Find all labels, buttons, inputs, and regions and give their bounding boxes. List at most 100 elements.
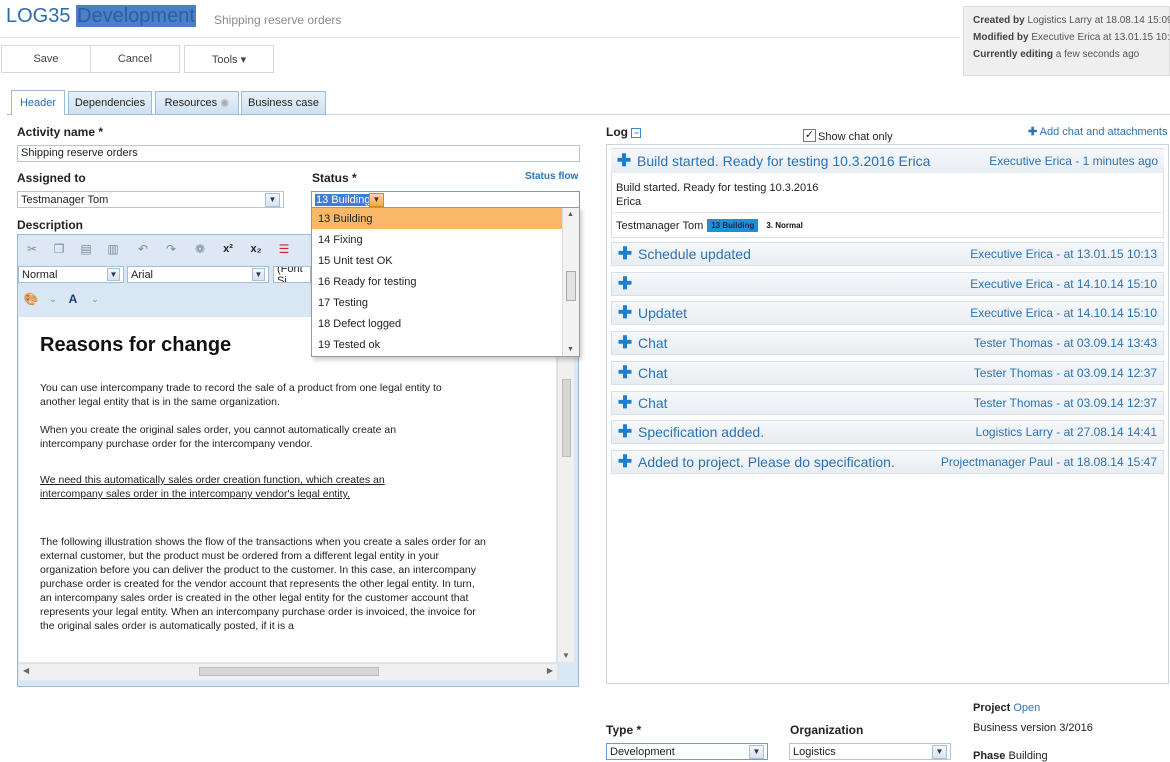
- chevron-down-icon[interactable]: ▼: [369, 192, 384, 207]
- log-entry[interactable]: ✚ Executive Erica - at 14.10.14 15:10: [611, 272, 1164, 296]
- expand-plus-icon[interactable]: ✚: [612, 393, 638, 413]
- log-entry-title: Chat: [638, 335, 668, 351]
- numbered-list-icon[interactable]: ☰: [276, 241, 292, 257]
- expand-plus-icon[interactable]: ✚: [612, 422, 638, 442]
- chevron-down-icon[interactable]: ▼: [107, 268, 120, 281]
- status-flow-link[interactable]: Status flow: [525, 171, 578, 182]
- expand-plus-icon[interactable]: ✚: [612, 244, 638, 264]
- phase-label: Phase: [973, 750, 1006, 762]
- log-entry[interactable]: ✚ Specification added. Logistics Larry -…: [611, 420, 1164, 444]
- chevron-down-icon[interactable]: ⌄: [45, 291, 61, 307]
- text-color-icon[interactable]: 🎨: [23, 291, 39, 307]
- superscript-icon[interactable]: x²: [220, 241, 236, 257]
- font-color-icon[interactable]: A: [65, 291, 81, 307]
- scroll-down-icon[interactable]: ▼: [567, 346, 574, 353]
- status-dropdown-list[interactable]: 13 Building 14 Fixing 15 Unit test OK 16…: [311, 207, 580, 357]
- status-option[interactable]: 18 Defect logged: [312, 313, 563, 334]
- scrollbar-thumb[interactable]: [566, 271, 576, 301]
- project-value: Business version 3/2016: [973, 722, 1093, 734]
- item-code: LOG35: [6, 5, 71, 27]
- log-entry[interactable]: ✚ Chat Tester Thomas - at 03.09.14 13:43: [611, 331, 1164, 355]
- undo-icon[interactable]: ↶: [135, 241, 151, 257]
- paste-text-icon[interactable]: ▥: [105, 241, 121, 257]
- expand-plus-icon[interactable]: ✚: [612, 363, 638, 383]
- status-option[interactable]: 19 Tested ok: [312, 334, 563, 355]
- editor-content[interactable]: Reasons for change You can use intercomp…: [19, 317, 556, 662]
- editor-paragraph: You can use intercompany trade to record…: [40, 382, 442, 408]
- tab-header[interactable]: Header: [11, 90, 65, 115]
- log-entry[interactable]: ✚ Added to project. Please do specificat…: [611, 450, 1164, 474]
- scrollbar-thumb[interactable]: [562, 379, 571, 457]
- log-entry[interactable]: ✚ Chat Tester Thomas - at 03.09.14 12:37: [611, 361, 1164, 385]
- chevron-down-icon[interactable]: ▼: [932, 744, 947, 759]
- divider: [614, 212, 1162, 213]
- log-entry-header[interactable]: ✚ Build started. Ready for testing 10.3.…: [611, 149, 1164, 173]
- status-label: Status *: [312, 171, 357, 185]
- chevron-down-icon[interactable]: ▼: [265, 192, 280, 207]
- status-option[interactable]: 16 Ready for testing: [312, 271, 563, 292]
- tab-business-case[interactable]: Business case: [241, 91, 326, 114]
- log-entry[interactable]: ✚ Chat Tester Thomas - at 03.09.14 12:37: [611, 391, 1164, 415]
- tools-menu-button[interactable]: Tools ▾: [184, 45, 274, 73]
- save-button[interactable]: Save: [1, 45, 91, 73]
- type-value: Development: [610, 745, 675, 758]
- status-option[interactable]: 13 Building: [312, 208, 563, 229]
- project-status-link[interactable]: Open: [1013, 702, 1040, 714]
- log-entry-meta: Executive Erica - at 14.10.14 15:10: [970, 277, 1157, 291]
- expand-plus-icon[interactable]: ✚: [612, 333, 638, 353]
- paragraph-style-select[interactable]: Normal ▼: [18, 266, 124, 283]
- scroll-right-icon[interactable]: ▶: [547, 666, 553, 675]
- tab-resources[interactable]: Resources ✺: [155, 91, 239, 114]
- log-entry[interactable]: ✚ Updatet Executive Erica - at 14.10.14 …: [611, 301, 1164, 325]
- spellcheck-icon[interactable]: ❁: [192, 241, 208, 257]
- organization-select[interactable]: Logistics ▼: [789, 743, 951, 760]
- status-option[interactable]: 15 Unit test OK: [312, 250, 563, 271]
- organization-label: Organization: [790, 723, 864, 737]
- dropdown-scrollbar[interactable]: ▲ ▼: [562, 208, 579, 356]
- chevron-down-icon[interactable]: ⌄: [87, 291, 103, 307]
- assigned-to-label: Assigned to: [17, 171, 86, 185]
- expand-plus-icon[interactable]: ✚: [612, 452, 638, 472]
- font-size-select[interactable]: (Font Si: [273, 266, 311, 283]
- type-label: Type *: [606, 723, 642, 737]
- status-value: 13 Building: [315, 193, 369, 206]
- log-entry-title: Updatet: [638, 305, 688, 321]
- log-entry-meta: Executive Erica - 1 minutes ago: [989, 154, 1158, 168]
- expand-plus-icon[interactable]: ✚: [612, 303, 638, 323]
- status-option[interactable]: 17 Testing: [312, 292, 563, 313]
- cancel-button[interactable]: Cancel: [90, 45, 180, 73]
- expand-plus-icon[interactable]: ✚: [612, 274, 638, 294]
- editor-horizontal-scrollbar[interactable]: ◀ ▶: [19, 663, 557, 680]
- show-chat-only-checkbox[interactable]: ✓: [803, 129, 816, 142]
- redo-icon[interactable]: ↷: [163, 241, 179, 257]
- subscript-icon[interactable]: x₂: [248, 241, 264, 257]
- expand-plus-icon[interactable]: ✚: [611, 151, 637, 171]
- editor-paragraph: When you create the original sales order…: [40, 424, 397, 450]
- log-entry-meta: Projectmanager Paul - at 18.08.14 15:47: [940, 455, 1157, 469]
- cut-icon[interactable]: ✂: [24, 241, 40, 257]
- type-select[interactable]: Development ▼: [606, 743, 768, 760]
- assigned-to-value: Testmanager Tom: [21, 193, 109, 206]
- tab-dependencies[interactable]: Dependencies: [68, 91, 152, 114]
- scrollbar-thumb[interactable]: [199, 667, 379, 676]
- chevron-down-icon[interactable]: ▼: [749, 744, 764, 759]
- scroll-up-icon[interactable]: ▲: [567, 211, 574, 218]
- log-entry-meta: Tester Thomas - at 03.09.14 13:43: [973, 336, 1157, 350]
- status-select[interactable]: 13 Building ▼: [311, 191, 580, 208]
- paste-icon[interactable]: ▤: [78, 241, 94, 257]
- status-option[interactable]: 14 Fixing: [312, 229, 563, 250]
- scroll-down-icon[interactable]: ▼: [562, 651, 570, 660]
- phase-info: Phase Building: [973, 750, 1048, 762]
- activity-name-input[interactable]: Shipping reserve orders: [17, 145, 580, 162]
- chevron-down-icon[interactable]: ▼: [252, 268, 265, 281]
- modified-info: Modified by Executive Erica at 13.01.15 …: [973, 32, 1170, 43]
- log-entry[interactable]: ✚ Schedule updated Executive Erica - at …: [611, 242, 1164, 266]
- add-chat-link[interactable]: ✚ Add chat and attachments: [1028, 125, 1167, 138]
- copy-icon[interactable]: ❐: [51, 241, 67, 257]
- collapse-icon[interactable]: −: [631, 128, 642, 138]
- plus-icon: ✚: [1028, 126, 1038, 138]
- editor-vertical-scrollbar[interactable]: ▼: [557, 317, 574, 662]
- scroll-left-icon[interactable]: ◀: [23, 666, 29, 675]
- assigned-to-select[interactable]: Testmanager Tom ▼: [17, 191, 284, 208]
- font-family-select[interactable]: Arial ▼: [127, 266, 269, 283]
